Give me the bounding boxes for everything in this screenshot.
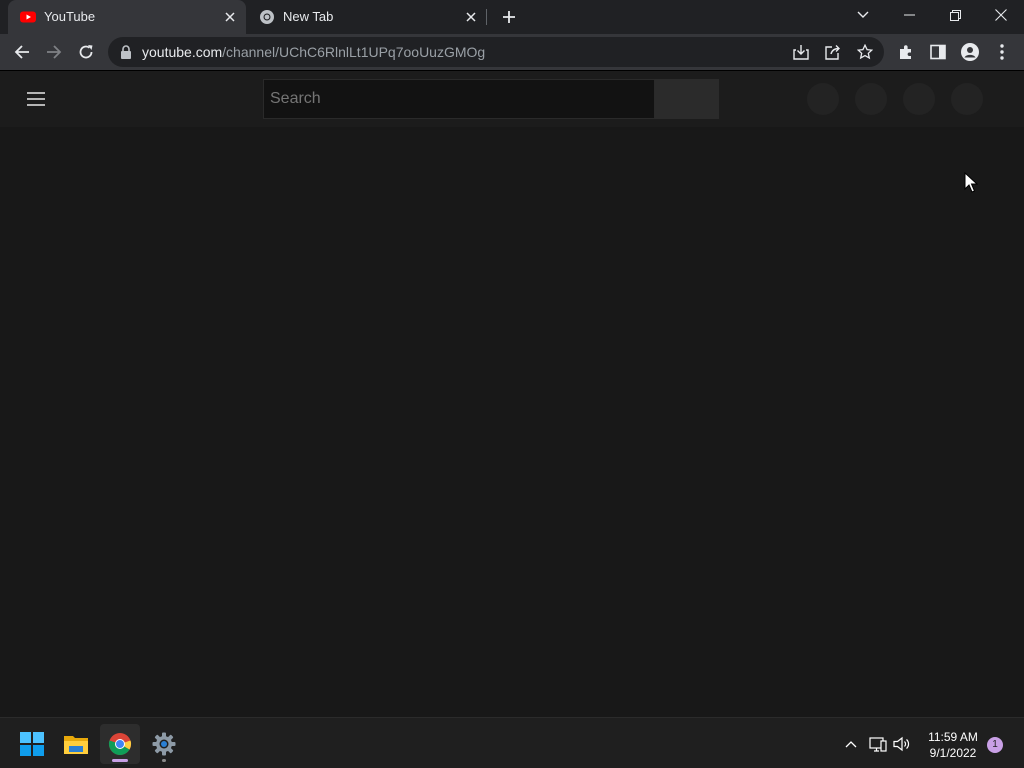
back-arrow-icon xyxy=(14,45,29,59)
network-icon[interactable] xyxy=(868,734,888,754)
profile-avatar-icon xyxy=(961,43,979,61)
puzzle-icon xyxy=(900,45,911,59)
url-path: /channel/UChC6RlnlLt1UPq7ooUuzGMOg xyxy=(222,44,486,60)
skeleton-button-placeholder xyxy=(903,83,935,115)
address-bar[interactable]: youtube.com/channel/UChC6RlnlLt1UPq7ooUu… xyxy=(108,37,884,67)
guide-menu-button[interactable] xyxy=(24,88,48,110)
kebab-menu-icon xyxy=(1000,44,1004,60)
reload-icon xyxy=(79,45,93,59)
gear-icon xyxy=(152,732,176,756)
side-panel-button[interactable] xyxy=(924,38,952,66)
browser-toolbar: youtube.com/channel/UChC6RlnlLt1UPq7ooUu… xyxy=(0,34,1024,70)
chevron-up-icon xyxy=(845,741,857,748)
chevron-down-icon xyxy=(857,11,869,18)
mouse-cursor-icon xyxy=(964,171,979,194)
clock-time: 11:59 AM xyxy=(928,730,978,744)
windows-logo-icon xyxy=(20,732,44,756)
clock-date: 9/1/2022 xyxy=(929,746,977,760)
hamburger-menu-icon xyxy=(27,92,45,106)
close-tab-icon[interactable] xyxy=(220,7,240,27)
taskbar-settings[interactable] xyxy=(144,724,184,764)
close-icon xyxy=(995,9,1007,21)
youtube-page xyxy=(0,71,1024,717)
restore-button[interactable] xyxy=(932,0,978,30)
minimize-button[interactable] xyxy=(886,0,932,30)
chrome-logo-icon xyxy=(108,733,132,755)
profile-button[interactable] xyxy=(956,38,984,66)
bookmark-star-icon[interactable] xyxy=(854,41,876,63)
active-app-indicator xyxy=(112,759,128,762)
skeleton-button-placeholder xyxy=(855,83,887,115)
tab-search-button[interactable] xyxy=(840,0,886,30)
search-input[interactable] xyxy=(263,79,655,119)
tab-title: YouTube xyxy=(44,9,96,24)
url-host: youtube.com xyxy=(142,44,223,60)
url-text: youtube.com/channel/UChC6RlnlLt1UPq7ooUu… xyxy=(142,44,485,60)
tab-separator xyxy=(486,9,487,25)
running-app-indicator xyxy=(162,759,166,762)
windows-taskbar: 11:59 AM 9/1/2022 1 xyxy=(0,717,1024,768)
search-button[interactable] xyxy=(655,79,719,119)
skeleton-button-placeholder xyxy=(807,83,839,115)
close-window-button[interactable] xyxy=(978,0,1024,30)
system-clock[interactable]: 11:59 AM 9/1/2022 xyxy=(918,729,988,761)
tab-strip: YouTube New Tab xyxy=(0,0,1024,34)
reload-button[interactable] xyxy=(72,38,100,66)
side-panel-icon xyxy=(930,44,946,60)
lock-icon[interactable] xyxy=(120,45,132,59)
chrome-logo-icon xyxy=(259,9,275,25)
tab-title: New Tab xyxy=(283,9,334,24)
youtube-logo-icon xyxy=(20,9,36,25)
taskbar-file-explorer[interactable] xyxy=(56,724,96,764)
back-button[interactable] xyxy=(8,38,36,66)
plus-icon xyxy=(503,11,515,23)
minimize-icon xyxy=(903,14,915,16)
share-icon[interactable] xyxy=(822,41,844,63)
folder-icon xyxy=(64,736,88,754)
show-hidden-icons-button[interactable] xyxy=(841,734,861,754)
forward-arrow-icon xyxy=(47,45,62,59)
start-button[interactable] xyxy=(12,724,52,764)
chrome-menu-button[interactable] xyxy=(988,38,1016,66)
notification-badge[interactable]: 1 xyxy=(987,737,1003,753)
tab-new-tab[interactable]: New Tab xyxy=(247,0,487,34)
close-tab-icon[interactable] xyxy=(461,7,481,27)
skeleton-avatar-placeholder xyxy=(951,83,983,115)
taskbar-chrome[interactable] xyxy=(100,724,140,764)
extensions-button[interactable] xyxy=(892,38,920,66)
tab-youtube[interactable]: YouTube xyxy=(8,0,246,34)
new-tab-button[interactable] xyxy=(498,6,520,28)
youtube-masthead xyxy=(0,71,1024,127)
restore-icon xyxy=(949,9,961,21)
forward-button[interactable] xyxy=(40,38,68,66)
volume-icon[interactable] xyxy=(892,734,912,754)
install-app-icon[interactable] xyxy=(790,41,812,63)
